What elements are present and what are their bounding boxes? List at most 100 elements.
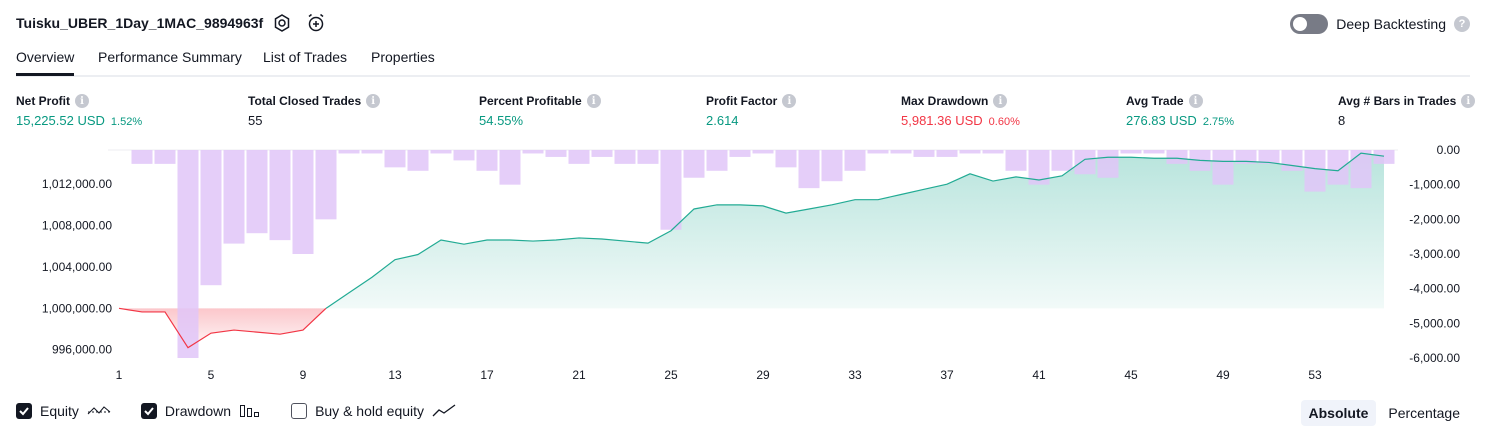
- drawdown-bars-icon: [240, 405, 260, 417]
- metric-percent: 2.75%: [1202, 116, 1235, 128]
- y-right-tick-label: -1,000.00: [1409, 178, 1460, 192]
- drawdown-bar: [200, 150, 222, 286]
- drawdown-bar: [499, 150, 521, 185]
- drawdown-bar: [292, 150, 314, 254]
- legend-label: Buy & hold equity: [315, 403, 425, 419]
- legend-buy-hold-equity[interactable]: Buy & hold equity: [291, 403, 456, 419]
- drawdown-bar: [614, 150, 636, 164]
- drawdown-checkbox[interactable]: [140, 403, 157, 419]
- metric-total-closed-trades: Total Closed Trades i 55: [248, 92, 381, 128]
- drawdown-bar: [706, 150, 728, 171]
- info-icon[interactable]: i: [586, 94, 601, 108]
- info-icon[interactable]: i: [75, 94, 89, 108]
- info-icon[interactable]: i: [366, 94, 381, 108]
- legend-label: Drawdown: [164, 403, 232, 419]
- drawdown-bar: [1304, 150, 1326, 192]
- tab-list-of-trades[interactable]: List of Trades: [263, 48, 347, 75]
- metric-value: 276.83 USD: [1126, 113, 1197, 128]
- y-left-tick-label: 1,004,000.00: [42, 260, 112, 274]
- drawdown-bar: [752, 150, 774, 154]
- percentage-button[interactable]: Percentage: [1380, 400, 1468, 426]
- x-tick-label: 45: [1124, 368, 1138, 382]
- drawdown-bar: [890, 150, 912, 154]
- metric-avg-bars-in-trades: Avg # Bars in Trades i 8: [1338, 92, 1476, 128]
- y-right-tick-label: -5,000.00: [1409, 316, 1460, 330]
- drawdown-bar: [177, 150, 199, 358]
- gear-icon[interactable]: [272, 13, 292, 33]
- drawdown-bar: [1212, 150, 1234, 185]
- drawdown-bar: [936, 150, 958, 157]
- drawdown-bar: [223, 150, 245, 244]
- absolute-button[interactable]: Absolute: [1300, 400, 1377, 426]
- y-left-tick-label: 1,000,000.00: [42, 301, 112, 315]
- drawdown-bar: [384, 150, 406, 168]
- drawdown-bar: [476, 150, 498, 171]
- drawdown-bar: [154, 150, 176, 164]
- y-left-tick-label: 1,008,000.00: [42, 219, 112, 233]
- y-right-tick-label: 0.00: [1437, 143, 1461, 157]
- drawdown-bar: [1051, 150, 1073, 171]
- info-icon[interactable]: i: [1461, 94, 1476, 108]
- legend-label: Equity: [40, 403, 79, 419]
- report-tabs: Overview Performance Summary List of Tra…: [16, 48, 1470, 77]
- drawdown-bar: [407, 150, 429, 171]
- drawdown-bar: [867, 150, 889, 154]
- toggle-knob: [1293, 17, 1308, 31]
- scale-mode-switch: Absolute Percentage: [1300, 400, 1469, 426]
- alarm-add-icon[interactable]: [306, 13, 326, 33]
- metric-percent: 0.60%: [988, 116, 1020, 128]
- metric-percent-profitable: Percent Profitable i 54.55%: [479, 92, 601, 128]
- metric-label: Net Profit: [16, 94, 70, 108]
- info-icon[interactable]: i: [1188, 94, 1203, 108]
- metric-value: 55: [248, 113, 263, 128]
- drawdown-bar: [545, 150, 567, 157]
- info-icon[interactable]: i: [782, 94, 797, 108]
- buy-hold-checkbox[interactable]: [291, 403, 308, 419]
- deep-backtesting-toggle[interactable]: [1290, 14, 1329, 34]
- x-tick-label: 9: [300, 368, 307, 382]
- x-tick-label: 37: [940, 368, 954, 382]
- metric-label: Max Drawdown: [901, 94, 989, 108]
- x-tick-label: 13: [388, 368, 402, 382]
- drawdown-bar: [246, 150, 268, 234]
- drawdown-bar: [982, 150, 1004, 154]
- tab-overview[interactable]: Overview: [16, 48, 75, 76]
- equity-checkbox[interactable]: [16, 403, 32, 419]
- drawdown-bar: [1143, 150, 1165, 154]
- drawdown-bar: [591, 150, 613, 157]
- drawdown-bar: [1373, 150, 1395, 164]
- drawdown-bar: [798, 150, 820, 189]
- tab-properties[interactable]: Properties: [371, 48, 435, 75]
- tab-performance-summary[interactable]: Performance Summary: [98, 48, 242, 75]
- y-right-tick-label: -6,000.00: [1409, 351, 1460, 365]
- drawdown-bar: [729, 150, 751, 157]
- drawdown-bar: [1005, 150, 1027, 171]
- info-icon[interactable]: i: [993, 94, 1008, 108]
- drawdown-bar: [361, 150, 383, 154]
- drawdown-bar: [821, 150, 843, 182]
- y-right-tick-label: -3,000.00: [1409, 247, 1460, 261]
- x-tick-label: 49: [1216, 368, 1230, 382]
- x-tick-label: 29: [756, 368, 770, 382]
- equity-negative-area: [119, 308, 326, 348]
- x-tick-label: 41: [1032, 368, 1046, 382]
- drawdown-bar: [1166, 150, 1188, 164]
- x-tick-label: 5: [208, 368, 215, 382]
- drawdown-bar: [683, 150, 705, 178]
- y-right-tick-label: -2,000.00: [1409, 212, 1460, 226]
- metric-value: 15,225.52 USD: [16, 113, 105, 128]
- drawdown-bar: [269, 150, 291, 241]
- metric-label: Total Closed Trades: [248, 94, 362, 108]
- drawdown-bar: [568, 150, 590, 164]
- help-icon[interactable]: ?: [1454, 16, 1470, 32]
- legend-equity[interactable]: Equity: [16, 403, 111, 419]
- x-tick-label: 25: [664, 368, 678, 382]
- legend-drawdown[interactable]: Drawdown: [140, 403, 261, 419]
- equity-drawdown-chart[interactable]: 996,000.00 1,000,000.00 1,004,000.00 1,008,…: [0, 140, 1486, 395]
- equity-line-icon: [87, 406, 111, 415]
- buy-hold-line-icon: [432, 404, 456, 417]
- drawdown-bar: [775, 150, 797, 168]
- y-left-tick-label: 1,012,000.00: [42, 177, 112, 191]
- drawdown-bar: [1074, 150, 1096, 175]
- metric-profit-factor: Profit Factor i 2.614: [706, 92, 797, 128]
